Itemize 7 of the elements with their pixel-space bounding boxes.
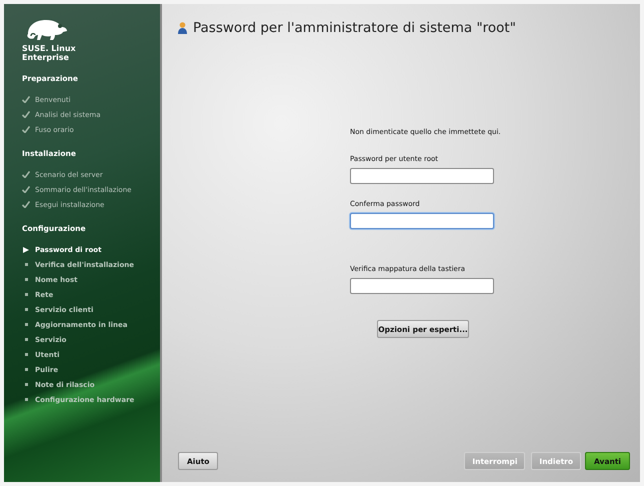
password-field[interactable] [350, 168, 494, 184]
brand-name: SUSE. Linux [22, 44, 77, 53]
password-field[interactable] [350, 213, 494, 229]
brand-name: Enterprise [22, 53, 70, 62]
page-title: Password per l'amministratore di sistema "root" [193, 20, 516, 36]
user-icon [178, 22, 187, 34]
keyboard-test-field[interactable] [350, 278, 494, 294]
